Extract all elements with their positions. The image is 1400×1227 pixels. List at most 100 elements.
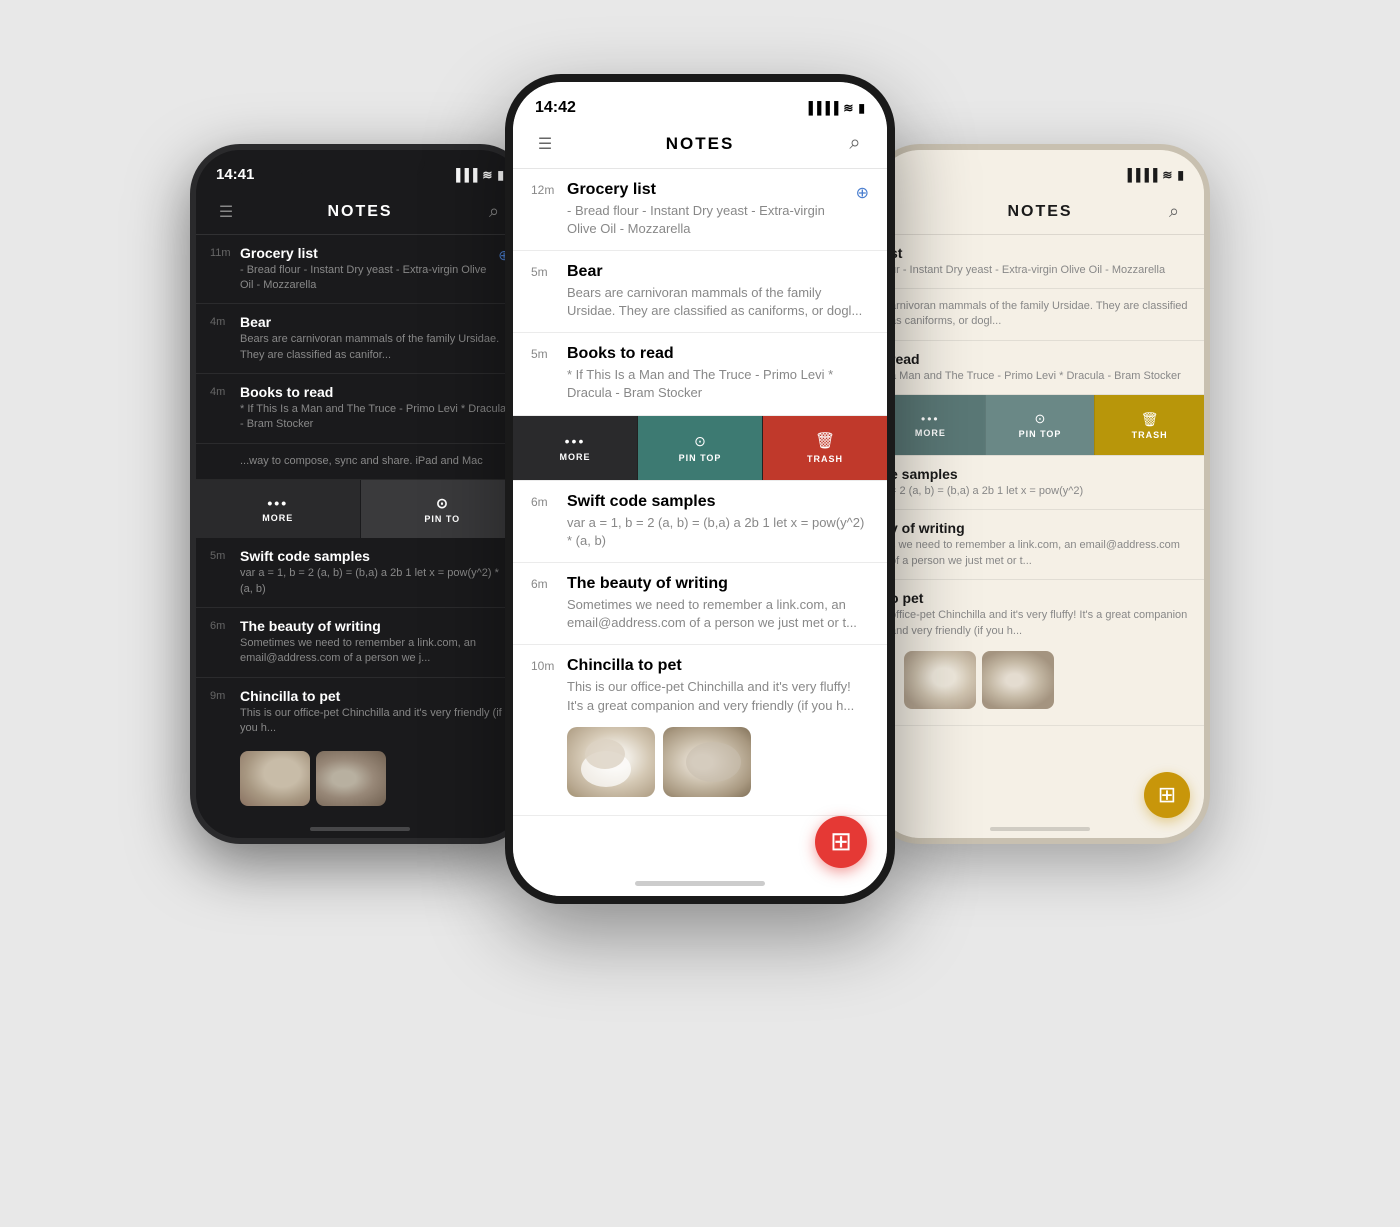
center-fab[interactable]: ⊞ (815, 816, 867, 868)
scene: 14:41 ▐▐▐ ≋ ▮ ☰ NOTES ⌕ 11m Grocery (150, 64, 1250, 1164)
left-note-5-content: Swift code samples var a = 1, b = 2 (a, … (240, 548, 510, 597)
right-note-7[interactable]: o pet office-pet Chinchilla and it's ver… (876, 580, 1204, 726)
right-note-2[interactable]: arnivoran mammals of the family Ursidae.… (876, 289, 1204, 341)
left-img-1 (240, 751, 310, 806)
left-context-preview: ...way to compose, sync and share. iPad … (240, 454, 510, 469)
right-title: NOTES (920, 203, 1160, 221)
right-home-bar (990, 827, 1090, 831)
center-note-3[interactable]: 5m Books to read * If This Is a Man and … (513, 333, 887, 415)
right-ctx-pin[interactable]: ⊙ PIN TOP (985, 395, 1095, 455)
left-wifi-icon: ≋ (482, 168, 492, 182)
center-header: ☰ NOTES ⌕ (513, 126, 887, 169)
left-note-6-content: The beauty of writing Sometimes we need … (240, 618, 510, 667)
right-battery-icon: ▮ (1177, 168, 1184, 182)
center-note-3-title: Books to read (567, 345, 869, 363)
center-note-6-title: The beauty of writing (567, 575, 869, 593)
center-note-6-content: The beauty of writing Sometimes we need … (567, 575, 869, 632)
right-note-1-title: st (890, 245, 1190, 261)
center-note-7-time: 10m (531, 657, 557, 714)
left-note-7-time: 9m (210, 688, 232, 737)
left-menu-icon[interactable]: ☰ (212, 198, 240, 226)
left-note-7[interactable]: 9m Chincilla to pet This is our office-p… (196, 678, 524, 820)
right-note-3-content: read a Man and The Truce - Primo Levi * … (890, 351, 1190, 384)
left-home-bar (310, 827, 410, 831)
left-note-2-content: Bear Bears are carnivoran mammals of the… (240, 314, 510, 363)
center-note-2[interactable]: 5m Bear Bears are carnivoran mammals of … (513, 251, 887, 333)
center-menu-icon[interactable]: ☰ (531, 130, 559, 158)
left-images (210, 745, 400, 812)
center-context-menu: ••• MORE ⊙ PIN TOP 🗑 TRASH (513, 416, 887, 480)
right-note-6[interactable]: y of writing s we need to remember a lin… (876, 510, 1204, 580)
right-fab[interactable]: ⊞ (1144, 772, 1190, 818)
right-note-3[interactable]: read a Man and The Truce - Primo Levi * … (876, 341, 1204, 395)
right-pin-label: PIN TOP (1019, 429, 1062, 439)
center-ctx-more[interactable]: ••• MORE (513, 416, 637, 480)
left-note-6[interactable]: 6m The beauty of writing Sometimes we ne… (196, 608, 524, 678)
left-note-3[interactable]: 4m Books to read * If This Is a Man and … (196, 374, 524, 444)
left-note-5[interactable]: 5m Swift code samples var a = 1, b = 2 (… (196, 538, 524, 608)
left-title: NOTES (240, 203, 480, 221)
center-note-5-title: Swift code samples (567, 493, 869, 511)
left-ctx-pin[interactable]: ⊙ PIN TO (360, 480, 525, 538)
left-img-2 (316, 751, 386, 806)
center-note-5[interactable]: 6m Swift code samples var a = 1, b = 2 (… (513, 480, 887, 563)
center-note-6[interactable]: 6m The beauty of writing Sometimes we ne… (513, 563, 887, 645)
left-note-2-preview: Bears are carnivoran mammals of the fami… (240, 332, 510, 363)
left-note-3-time: 4m (210, 384, 232, 398)
left-pin-top-icon: ⊙ (436, 495, 448, 512)
center-note-3-preview: * If This Is a Man and The Truce - Primo… (567, 366, 869, 402)
left-note-2[interactable]: 4m Bear Bears are carnivoran mammals of … (196, 304, 524, 374)
center-more-label: MORE (560, 452, 591, 462)
center-note-7-content: Chincilla to pet This is our office-pet … (567, 657, 869, 714)
center-note-1-title: Grocery list (567, 181, 846, 199)
left-context-menu: ••• MORE ⊙ PIN TO (196, 480, 524, 538)
center-ctx-trash[interactable]: 🗑 TRASH (762, 416, 887, 480)
center-note-6-time: 6m (531, 575, 557, 591)
center-note-5-content: Swift code samples var a = 1, b = 2 (a, … (567, 493, 869, 550)
right-note-6-content: y of writing s we need to remember a lin… (890, 520, 1190, 569)
left-note-7-title: Chincilla to pet (240, 688, 510, 704)
center-note-7-title: Chincilla to pet (567, 657, 869, 675)
center-note-2-content: Bear Bears are carnivoran mammals of the… (567, 263, 869, 320)
right-wifi-icon: ≋ (1162, 168, 1172, 182)
right-note-7-content: o pet office-pet Chinchilla and it's ver… (890, 590, 1190, 639)
center-search-icon[interactable]: ⌕ (841, 130, 869, 158)
center-note-2-time: 5m (531, 263, 557, 279)
left-signal-icon: ▐▐▐ (452, 168, 478, 182)
center-note-7[interactable]: 10m Chincilla to pet This is our office-… (513, 645, 887, 815)
left-more-icon: ••• (267, 495, 288, 511)
left-note-1-time: 11m (210, 245, 232, 259)
center-screen: 14:42 ▐▐▐▐ ≋ ▮ ☰ NOTES ⌕ 12m Grocer (513, 82, 887, 896)
center-note-5-preview: var a = 1, b = 2 (a, b) = (b,a) a 2b 1 l… (567, 514, 869, 550)
phone-center: 14:42 ▐▐▐▐ ≋ ▮ ☰ NOTES ⌕ 12m Grocer (505, 74, 895, 904)
left-home-indicator (196, 820, 524, 838)
left-note-list: 11m Grocery list - Bread flour - Instant… (196, 235, 524, 820)
center-note-1[interactable]: 12m Grocery list - Bread flour - Instant… (513, 169, 887, 251)
center-battery-icon: ▮ (858, 101, 865, 115)
right-ctx-trash[interactable]: 🗑 TRASH (1094, 395, 1204, 455)
left-note-1-content: Grocery list - Bread flour - Instant Dry… (240, 245, 490, 294)
left-note-3-title: Books to read (240, 384, 510, 400)
right-note-6-preview: s we need to remember a link.com, an ema… (890, 538, 1190, 569)
left-search-icon[interactable]: ⌕ (480, 198, 508, 226)
left-context-time (210, 454, 232, 456)
left-ctx-more[interactable]: ••• MORE (196, 480, 360, 538)
right-search-icon[interactable]: ⌕ (1160, 198, 1188, 226)
left-note-1[interactable]: 11m Grocery list - Bread flour - Instant… (196, 235, 524, 305)
left-note-7-preview: This is our office-pet Chinchilla and it… (240, 706, 510, 737)
left-context-note[interactable]: ...way to compose, sync and share. iPad … (196, 444, 524, 480)
right-note-1[interactable]: st ur - Instant Dry yeast - Extra-virgin… (876, 235, 1204, 289)
center-ctx-pin[interactable]: ⊙ PIN TOP (637, 416, 762, 480)
right-note-5-preview: = 2 (a, b) = (b,a) a 2b 1 let x = pow(y^… (890, 484, 1190, 499)
right-more-icon: ••• (921, 412, 940, 426)
right-note-5-content: e samples = 2 (a, b) = (b,a) a 2b 1 let … (890, 466, 1190, 499)
center-note-1-preview: - Bread flour - Instant Dry yeast - Extr… (567, 202, 846, 238)
center-trash-icon: 🗑 (815, 431, 835, 451)
left-note-2-title: Bear (240, 314, 510, 330)
right-note-5[interactable]: e samples = 2 (a, b) = (b,a) a 2b 1 let … (876, 455, 1204, 510)
center-wifi-icon: ≋ (843, 101, 853, 115)
right-more-label: MORE (915, 428, 946, 438)
center-note-1-time: 12m (531, 181, 557, 197)
right-note-5-title: e samples (890, 466, 1190, 482)
left-context-content: ...way to compose, sync and share. iPad … (240, 454, 510, 469)
